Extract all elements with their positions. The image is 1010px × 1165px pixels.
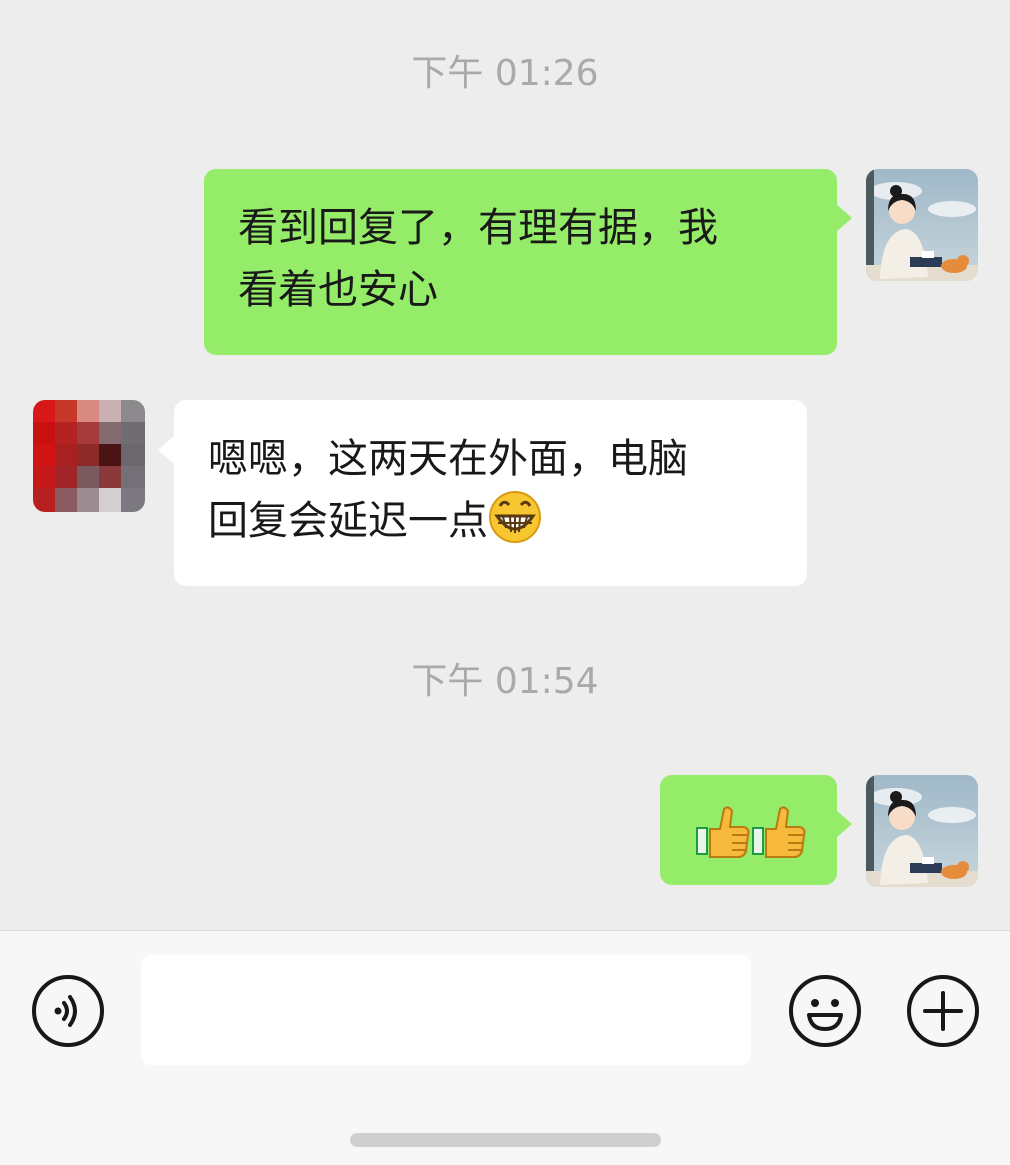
contact-avatar[interactable] [33, 400, 145, 512]
outgoing-message-bubble[interactable] [660, 775, 837, 885]
thumbs-up-emoji-pair [696, 806, 806, 858]
home-indicator[interactable] [350, 1133, 661, 1147]
message-text-line: 回复会延迟一点 [208, 498, 488, 544]
my-avatar[interactable] [866, 169, 978, 281]
grinning-face-icon [488, 490, 542, 562]
thumbs-up-icon [696, 806, 750, 858]
emoji-button[interactable] [789, 975, 861, 1047]
my-avatar[interactable] [866, 775, 978, 887]
message-text-line: 看着也安心 [238, 267, 438, 313]
emoji-icon [807, 999, 843, 1031]
voice-button[interactable] [32, 975, 104, 1047]
chat-message-list: 下午 01:26 看到回复了，有理有据，我 看着也安心 嗯嗯，这两天在外面，电脑… [0, 0, 1010, 930]
message-line-with-emoji: 回复会延迟一点 [208, 490, 773, 562]
message-text-line: 看到回复了，有理有据，我 [238, 205, 718, 251]
bubble-tail [836, 204, 852, 232]
my-avatar-image [866, 169, 978, 281]
thumbs-up-icon [752, 806, 806, 858]
incoming-message-bubble[interactable]: 嗯嗯，这两天在外面，电脑 回复会延迟一点 [174, 400, 807, 586]
bubble-tail [836, 810, 852, 838]
my-avatar-image [866, 775, 978, 887]
outgoing-message-bubble[interactable]: 看到回复了，有理有据，我 看着也安心 [204, 169, 837, 355]
message-timestamp: 下午 01:54 [411, 661, 599, 702]
message-text-line: 嗯嗯，这两天在外面，电脑 [208, 436, 688, 482]
message-input[interactable] [141, 955, 751, 1065]
plus-icon [923, 991, 963, 1031]
input-bar [0, 930, 1010, 1165]
bubble-tail [158, 436, 174, 464]
message-timestamp: 下午 01:26 [411, 53, 599, 94]
more-button[interactable] [907, 975, 979, 1047]
contact-avatar-pixelated [33, 400, 145, 512]
voice-icon [54, 995, 77, 1027]
